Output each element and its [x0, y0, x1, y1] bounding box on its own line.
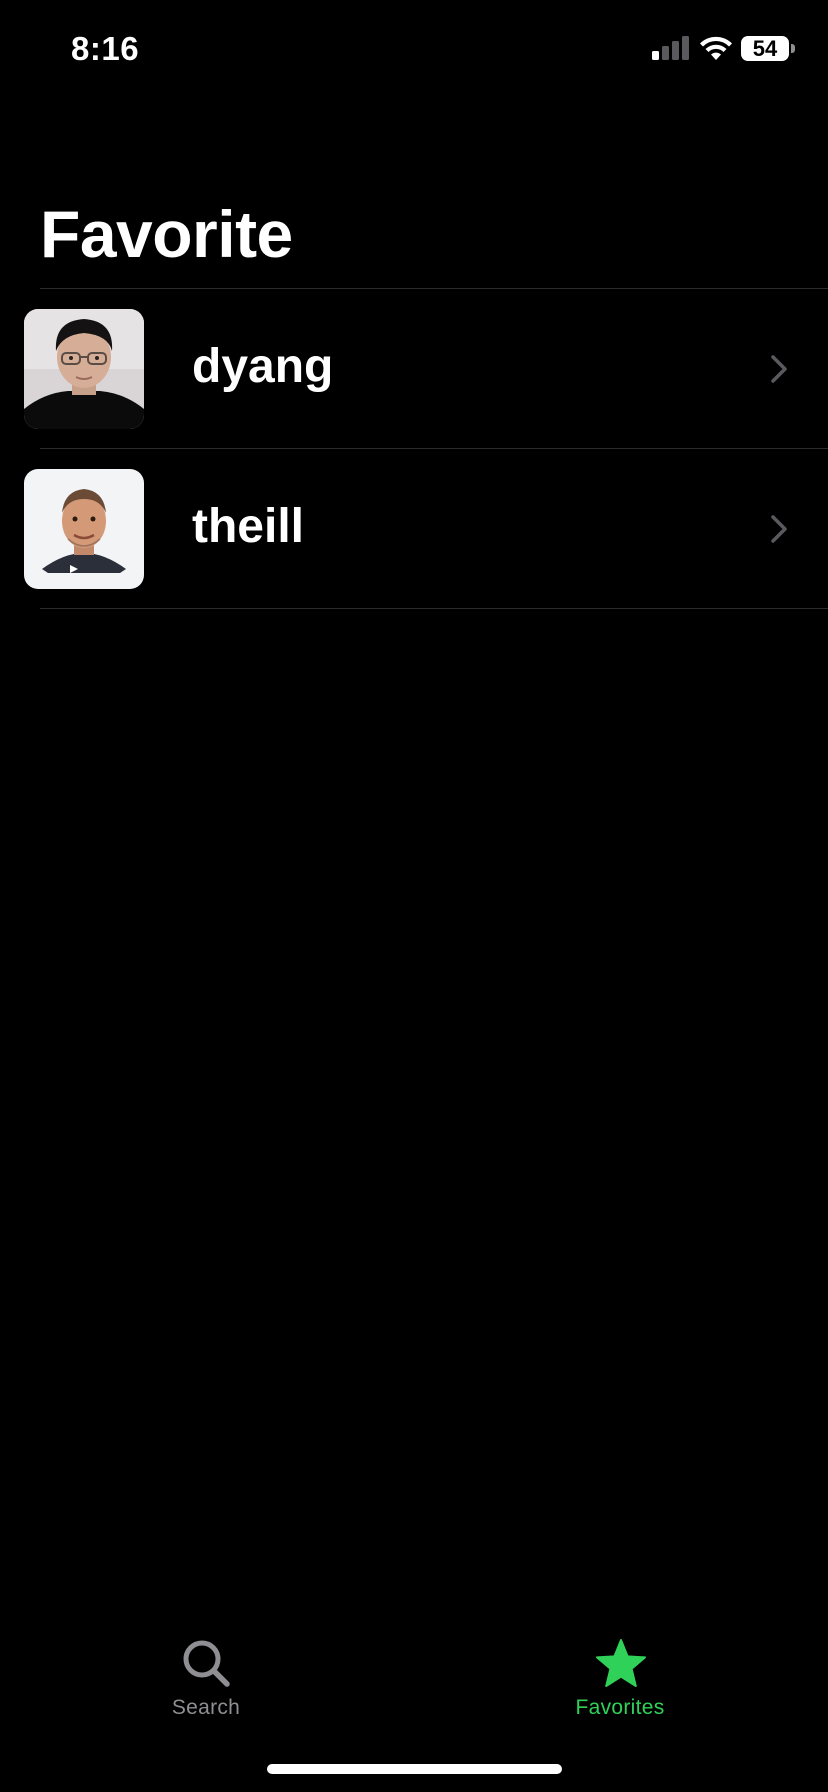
cellular-signal-icon — [652, 36, 689, 60]
user-photo-icon — [24, 309, 144, 429]
tab-label: Favorites — [575, 1696, 665, 1719]
chevron-right-icon — [771, 515, 787, 543]
user-photo-icon — [24, 469, 144, 589]
wifi-icon — [700, 36, 732, 60]
avatar — [24, 309, 144, 429]
page-title: Favorite — [40, 197, 293, 271]
tab-favorites[interactable]: Favorites — [520, 1620, 720, 1730]
battery-icon: 54 — [741, 36, 789, 61]
list-item-theill[interactable]: theill — [0, 449, 828, 608]
star-icon — [596, 1639, 646, 1687]
battery-level: 54 — [752, 36, 778, 61]
battery-tip — [791, 44, 795, 53]
tab-search[interactable]: Search — [106, 1620, 306, 1730]
search-icon — [183, 1640, 230, 1687]
status-time: 8:16 — [71, 30, 140, 67]
divider — [40, 608, 828, 609]
username-label: dyang — [192, 340, 334, 393]
tab-label: Search — [171, 1696, 241, 1719]
home-indicator — [267, 1764, 562, 1774]
status-bar: 8:16 54 — [0, 0, 828, 100]
avatar — [24, 469, 144, 589]
username-label: theill — [192, 500, 305, 553]
chevron-right-icon — [771, 355, 787, 383]
list-item-dyang[interactable]: dyang — [0, 289, 828, 448]
